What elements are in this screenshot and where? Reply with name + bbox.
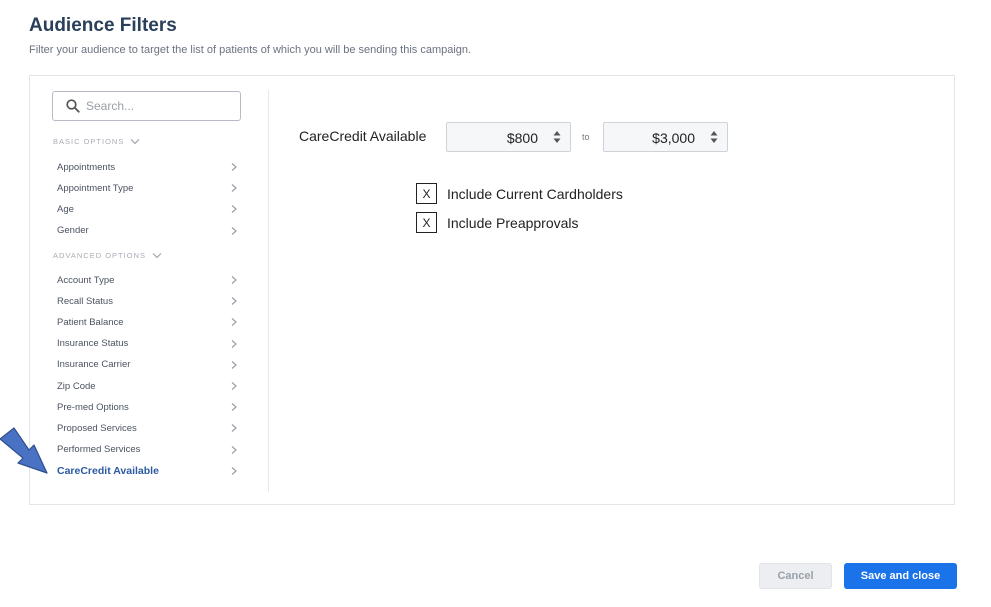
page-subtitle: Filter your audience to target the list … <box>29 44 472 56</box>
sidebar-item-carecredit-available[interactable]: CareCredit Available <box>57 463 239 479</box>
basic-options-header[interactable]: BASIC OPTIONS <box>53 137 140 146</box>
sidebar-item-appointments[interactable]: Appointments <box>57 159 239 175</box>
sidebar-item-performed-services[interactable]: Performed Services <box>57 442 239 458</box>
range-to-label: to <box>582 132 590 142</box>
chevron-right-icon <box>231 184 237 193</box>
search-input[interactable] <box>86 97 226 115</box>
sidebar-item-appointment-type[interactable]: Appointment Type <box>57 180 239 196</box>
sidebar-item-label: Zip Code <box>57 380 96 392</box>
sidebar-item-label: Appointment Type <box>57 182 134 194</box>
chevron-down-icon <box>130 138 140 144</box>
sidebar-item-label: Gender <box>57 225 89 237</box>
spinner-icon[interactable] <box>553 130 561 144</box>
sidebar-item-label: Recall Status <box>57 295 113 307</box>
chevron-right-icon <box>231 163 237 171</box>
chevron-right-icon <box>231 276 237 284</box>
sidebar-item-label: Age <box>57 203 74 215</box>
chevron-right-icon <box>231 424 237 433</box>
include-preapprovals-checkbox[interactable]: X <box>416 212 437 233</box>
sidebar-item-label: Appointments <box>57 161 116 173</box>
include-preapprovals-label: Include Preapprovals <box>447 214 579 231</box>
save-and-close-button[interactable]: Save and close <box>844 563 957 589</box>
chevron-right-icon <box>231 205 237 214</box>
sidebar-item-label: Pre-med Options <box>57 401 129 413</box>
include-preapprovals-row[interactable]: X Include Preapprovals <box>416 212 579 233</box>
chevron-down-icon <box>152 252 162 258</box>
max-amount-input[interactable]: $3,000 <box>603 122 728 152</box>
sidebar-item-zip-code[interactable]: Zip Code <box>57 378 239 394</box>
chevron-right-icon <box>231 318 237 327</box>
chevron-right-icon <box>231 382 237 390</box>
search-icon <box>66 99 80 113</box>
sidebar-item-pre-med-options[interactable]: Pre-med Options <box>57 399 239 415</box>
chevron-right-icon <box>231 403 237 412</box>
basic-options-label: BASIC OPTIONS <box>53 137 125 146</box>
include-cardholders-row[interactable]: X Include Current Cardholders <box>416 183 623 204</box>
sidebar-item-account-type[interactable]: Account Type <box>57 272 239 288</box>
filters-card: BASIC OPTIONS Appointments Appointment Ty… <box>29 75 955 505</box>
chevron-right-icon <box>231 466 237 475</box>
min-amount-input[interactable]: $800 <box>446 122 571 152</box>
search-box[interactable] <box>52 91 241 121</box>
spinner-icon[interactable] <box>710 130 718 144</box>
sidebar-divider <box>268 90 269 492</box>
filter-sidebar: BASIC OPTIONS Appointments Appointment Ty… <box>30 76 269 504</box>
filter-label: CareCredit Available <box>299 128 427 144</box>
chevron-right-icon <box>231 445 237 454</box>
chevron-right-icon <box>231 226 237 235</box>
sidebar-item-label: Account Type <box>57 274 115 286</box>
chevron-right-icon <box>231 339 237 348</box>
sidebar-item-gender[interactable]: Gender <box>57 223 239 239</box>
sidebar-item-insurance-status[interactable]: Insurance Status <box>57 336 239 352</box>
sidebar-item-age[interactable]: Age <box>57 201 239 217</box>
page-title: Audience Filters <box>29 15 177 36</box>
chevron-right-icon <box>231 360 237 369</box>
sidebar-item-patient-balance[interactable]: Patient Balance <box>57 314 239 330</box>
sidebar-item-recall-status[interactable]: Recall Status <box>57 293 239 309</box>
advanced-options-label: ADVANCED OPTIONS <box>53 251 146 260</box>
pointer-arrow-icon <box>0 427 48 474</box>
sidebar-item-label: Performed Services <box>57 444 141 456</box>
sidebar-item-label: Proposed Services <box>57 422 137 434</box>
sidebar-item-proposed-services[interactable]: Proposed Services <box>57 420 239 436</box>
max-amount-value: $3,000 <box>652 130 695 146</box>
min-amount-value: $800 <box>506 130 538 146</box>
sidebar-item-label: Insurance Status <box>57 338 129 350</box>
advanced-options-header[interactable]: ADVANCED OPTIONS <box>53 251 162 260</box>
cancel-button[interactable]: Cancel <box>759 563 832 589</box>
sidebar-item-label: Patient Balance <box>57 316 124 328</box>
chevron-right-icon <box>231 297 237 306</box>
include-cardholders-checkbox[interactable]: X <box>416 183 437 204</box>
sidebar-item-label: Insurance Carrier <box>57 359 131 371</box>
sidebar-item-insurance-carrier[interactable]: Insurance Carrier <box>57 357 239 373</box>
include-cardholders-label: Include Current Cardholders <box>447 185 623 202</box>
sidebar-item-label: CareCredit Available <box>57 464 159 477</box>
